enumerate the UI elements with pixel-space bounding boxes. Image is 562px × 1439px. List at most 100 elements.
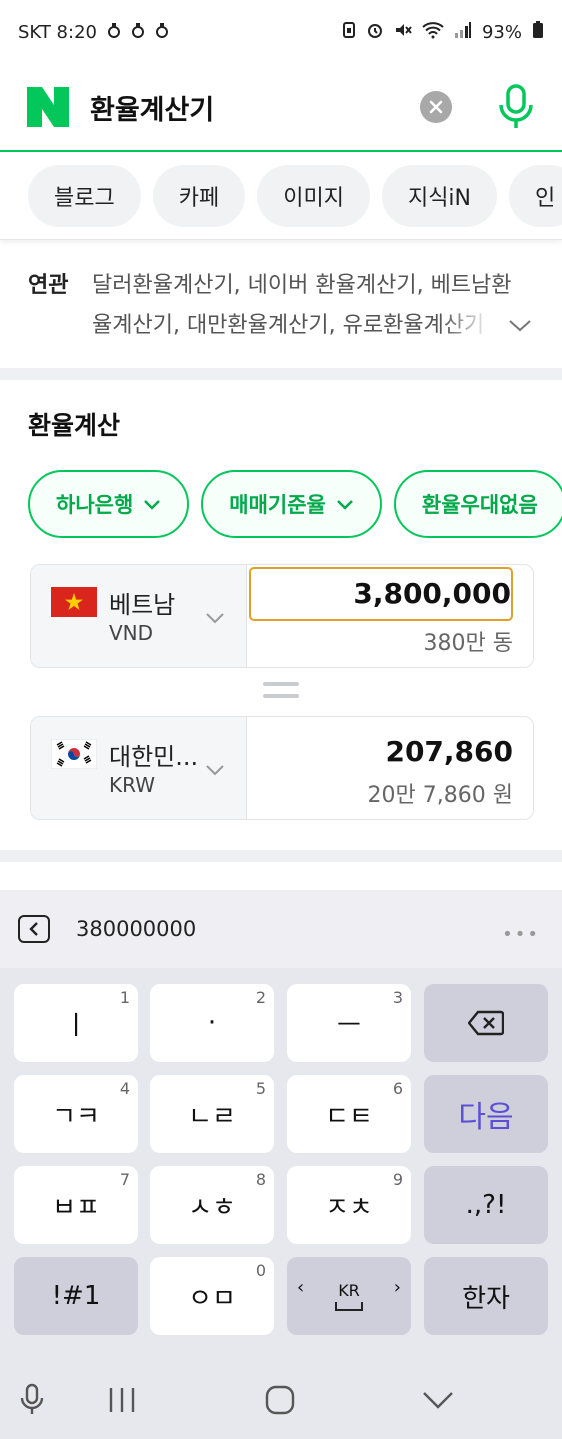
- key-eu[interactable]: 3ㅡ: [287, 984, 411, 1062]
- search-header: 환율계산기: [0, 64, 562, 152]
- carrier-time: SKT 8:20: [18, 21, 97, 43]
- key-s-h[interactable]: 8 ㅅㅎ: [150, 1166, 274, 1244]
- space-icon: [335, 1301, 363, 1311]
- space-language-key[interactable]: ‹ KR ›: [287, 1257, 411, 1335]
- key-d-t[interactable]: 6 ㄷㅌ: [287, 1075, 411, 1153]
- key-label: ㅣ: [64, 1010, 88, 1041]
- punctuation-key[interactable]: .,?!: [424, 1166, 548, 1244]
- home-icon[interactable]: [260, 1380, 300, 1420]
- key-label: ㄱㅋ: [52, 1101, 100, 1132]
- hide-keyboard-icon[interactable]: [418, 1380, 458, 1420]
- backspace-key[interactable]: [424, 984, 548, 1062]
- preferential-rate-select[interactable]: 환율우대없음: [393, 470, 562, 538]
- keyboard-preview-text[interactable]: 380000000: [76, 917, 196, 941]
- battery-icon: [532, 20, 544, 44]
- from-currency-select[interactable]: 베트남 VND: [31, 565, 247, 667]
- search-tabs: 블로그 카페 이미지 지식iN 인: [0, 152, 562, 240]
- key-label: ㅡ: [337, 1010, 361, 1041]
- clear-search-button[interactable]: [420, 91, 452, 123]
- from-amount-korean: 380만 동: [423, 631, 513, 656]
- next-key[interactable]: 다음: [424, 1075, 548, 1153]
- to-currency-box: 대한민... KRW 207,860 20만 7,860 원: [30, 716, 534, 820]
- keyboard: 1ㅣ 2 · 3ㅡ 4 ㄱㅋ 5 ㄴㄹ 6 ㄷㅌ 다음 7 ㅂㅍ 8 ㅅㅎ 9 ㅈㅊ .,?!…: [0, 968, 562, 1360]
- key-hint: 9: [392, 1170, 403, 1189]
- from-amount-value: 3,800,000: [353, 577, 511, 610]
- from-currency-name: 베트남: [109, 591, 176, 619]
- key-g-k[interactable]: 4 ㄱㅋ: [14, 1075, 138, 1153]
- status-right: 93%: [342, 20, 544, 44]
- language-label: KR: [338, 1280, 360, 1300]
- tab-image[interactable]: 이미지: [257, 164, 370, 227]
- key-hint: 1: [119, 988, 130, 1007]
- section-divider: [0, 368, 562, 380]
- tab-kin[interactable]: 지식iN: [381, 164, 498, 227]
- key-b-p[interactable]: 7 ㅂㅍ: [14, 1166, 138, 1244]
- key-hint: 6: [392, 1079, 403, 1098]
- chevron-down-icon: [206, 765, 224, 776]
- tab-more[interactable]: 인: [509, 164, 562, 227]
- backspace-icon: [468, 1010, 504, 1036]
- key-label: ㅈㅊ: [325, 1192, 373, 1223]
- wifi-icon: [422, 21, 444, 44]
- key-hint: 8: [255, 1170, 266, 1189]
- related-fade: [442, 308, 492, 348]
- rate-type-label: 매매기준율: [229, 493, 326, 517]
- equals-icon: [263, 682, 299, 702]
- bank-select[interactable]: 하나은행: [28, 470, 190, 538]
- battery-percent: 93%: [481, 21, 522, 43]
- recent-apps-icon[interactable]: [102, 1380, 142, 1420]
- preferential-rate-label: 환율우대없음: [421, 493, 538, 517]
- tab-blog[interactable]: 블로그: [28, 164, 141, 227]
- navigation-bar: [0, 1360, 562, 1439]
- chevron-down-icon: [206, 613, 224, 624]
- to-currency-code: KRW: [109, 773, 155, 797]
- from-amount-area: 3,800,000 380만 동: [247, 565, 533, 667]
- status-left: SKT 8:20: [18, 21, 169, 43]
- collapse-toolbar-icon[interactable]: [18, 915, 50, 943]
- key-label: ㄷㅌ: [325, 1101, 373, 1132]
- key-hint: 3: [392, 988, 403, 1007]
- key-ng-m[interactable]: 0 ㅇㅁ: [150, 1257, 274, 1335]
- to-amount-area[interactable]: 207,860 20만 7,860 원: [247, 717, 533, 819]
- converter-title: 환율계산: [28, 411, 121, 440]
- search-input[interactable]: 환율계산기: [90, 88, 420, 127]
- hanja-key[interactable]: 한자: [424, 1257, 548, 1335]
- chevron-right-icon: ›: [393, 1277, 401, 1298]
- bank-label: 하나은행: [56, 493, 134, 517]
- signal-icon: [454, 21, 472, 44]
- talk-icon: [131, 21, 145, 43]
- chevron-down-icon[interactable]: [508, 314, 534, 340]
- close-icon: [429, 100, 443, 114]
- symbols-key[interactable]: !#1: [14, 1257, 138, 1335]
- key-i[interactable]: 1ㅣ: [14, 984, 138, 1062]
- keyboard-toolbar: 380000000 •••: [0, 890, 562, 968]
- key-hint: 7: [119, 1170, 130, 1189]
- alarm-icon: [366, 21, 384, 44]
- key-dot[interactable]: 2 ·: [150, 984, 274, 1062]
- key-hint: 4: [119, 1079, 130, 1098]
- to-currency-name: 대한민...: [109, 743, 199, 771]
- mute-icon: [394, 21, 412, 44]
- converter-options: 하나은행 매매기준율 환율우대없음: [28, 470, 562, 540]
- from-currency-code: VND: [109, 621, 154, 645]
- key-label: ㅇㅁ: [188, 1283, 236, 1314]
- voice-search-button[interactable]: [496, 82, 536, 132]
- more-options-icon[interactable]: •••: [502, 924, 540, 945]
- status-bar: SKT 8:20 93%: [0, 0, 562, 64]
- korea-flag-icon: [51, 739, 97, 769]
- tab-cafe[interactable]: 카페: [152, 164, 246, 227]
- rate-type-select[interactable]: 매매기준율: [201, 470, 382, 538]
- key-j-ch[interactable]: 9 ㅈㅊ: [287, 1166, 411, 1244]
- key-label: ㅂㅍ: [52, 1192, 100, 1223]
- vietnam-flag-icon: [51, 587, 97, 617]
- talk-icon: [107, 21, 121, 43]
- key-label: ㄴㄹ: [188, 1101, 236, 1132]
- to-currency-select[interactable]: 대한민... KRW: [31, 717, 247, 819]
- voice-input-icon[interactable]: [12, 1380, 52, 1420]
- naver-logo-icon[interactable]: [26, 85, 70, 129]
- key-n-r[interactable]: 5 ㄴㄹ: [150, 1075, 274, 1153]
- chevron-left-icon: ‹: [297, 1277, 305, 1298]
- from-amount-input[interactable]: 3,800,000: [249, 567, 513, 621]
- key-label: ·: [207, 1008, 217, 1038]
- key-hint: 5: [255, 1079, 266, 1098]
